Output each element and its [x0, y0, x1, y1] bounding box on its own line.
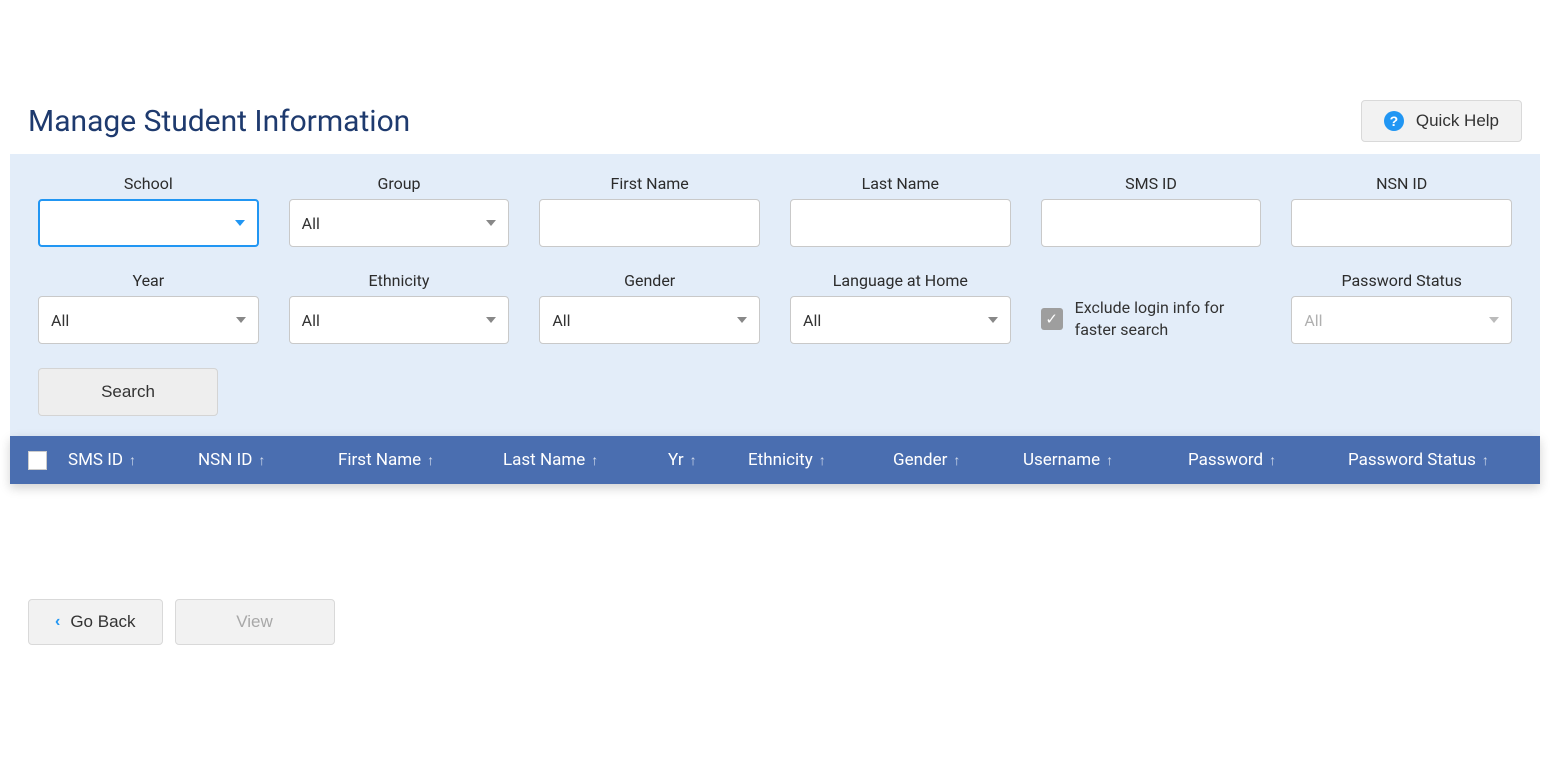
go-back-button[interactable]: ‹ Go Back [28, 599, 163, 645]
col-password[interactable]: Password ↑ [1188, 450, 1348, 470]
chevron-down-icon [486, 317, 496, 323]
gender-select[interactable]: All [539, 296, 760, 344]
ethnicity-value: All [302, 311, 320, 330]
nsn-id-input[interactable] [1291, 199, 1512, 247]
view-button[interactable]: View [175, 599, 335, 645]
sms-id-input[interactable] [1041, 199, 1262, 247]
col-username[interactable]: Username ↑ [1023, 450, 1188, 470]
col-password-status[interactable]: Password Status ↑ [1348, 450, 1522, 470]
last-name-input[interactable] [790, 199, 1011, 247]
sort-arrow-icon: ↑ [953, 452, 960, 469]
chevron-down-icon [737, 317, 747, 323]
sort-arrow-icon: ↑ [427, 452, 434, 469]
sms-id-label: SMS ID [1125, 174, 1177, 193]
page-title: Manage Student Information [28, 104, 410, 139]
quick-help-button[interactable]: ? Quick Help [1361, 100, 1522, 142]
year-label: Year [132, 271, 164, 290]
sort-arrow-icon: ↑ [258, 452, 265, 469]
exclude-login-checkbox[interactable]: ✓ [1041, 308, 1063, 330]
col-first-name[interactable]: First Name ↑ [338, 450, 503, 470]
sort-arrow-icon: ↑ [1106, 452, 1113, 469]
gender-label: Gender [624, 271, 675, 290]
sort-arrow-icon: ↑ [591, 452, 598, 469]
ethnicity-label: Ethnicity [369, 271, 430, 290]
ethnicity-select[interactable]: All [289, 296, 510, 344]
quick-help-label: Quick Help [1416, 111, 1499, 131]
sort-arrow-icon: ↑ [690, 452, 697, 469]
select-all-checkbox[interactable] [28, 451, 47, 470]
language-select[interactable]: All [790, 296, 1011, 344]
col-yr[interactable]: Yr ↑ [668, 450, 748, 470]
language-value: All [803, 311, 821, 330]
chevron-down-icon [1489, 317, 1499, 323]
search-button[interactable]: Search [38, 368, 218, 416]
view-label: View [236, 612, 273, 632]
col-ethnicity[interactable]: Ethnicity ↑ [748, 450, 893, 470]
password-status-select[interactable]: All [1291, 296, 1512, 344]
chevron-down-icon [236, 317, 246, 323]
year-value: All [51, 311, 69, 330]
nsn-id-label: NSN ID [1376, 174, 1427, 193]
password-status-value: All [1304, 311, 1322, 330]
first-name-input[interactable] [539, 199, 760, 247]
gender-value: All [552, 311, 570, 330]
help-icon: ? [1384, 111, 1404, 131]
group-label: Group [377, 174, 420, 193]
exclude-login-label: Exclude login info for faster search [1075, 297, 1262, 340]
sort-arrow-icon: ↑ [129, 452, 136, 469]
col-sms-id[interactable]: SMS ID ↑ [68, 450, 198, 470]
password-status-label: Password Status [1341, 271, 1461, 290]
chevron-down-icon [988, 317, 998, 323]
school-label: School [124, 174, 173, 193]
group-value: All [302, 214, 320, 233]
year-select[interactable]: All [38, 296, 259, 344]
col-gender[interactable]: Gender ↑ [893, 450, 1023, 470]
chevron-down-icon [486, 220, 496, 226]
go-back-label: Go Back [70, 612, 135, 632]
col-last-name[interactable]: Last Name ↑ [503, 450, 668, 470]
filter-panel: School Group All First Name Last Name [10, 154, 1540, 436]
group-select[interactable]: All [289, 199, 510, 247]
chevron-down-icon [235, 220, 245, 226]
sort-arrow-icon: ↑ [1482, 452, 1489, 469]
sort-arrow-icon: ↑ [1269, 452, 1276, 469]
col-nsn-id[interactable]: NSN ID ↑ [198, 450, 338, 470]
sort-arrow-icon: ↑ [819, 452, 826, 469]
first-name-label: First Name [611, 174, 689, 193]
last-name-label: Last Name [862, 174, 939, 193]
chevron-left-icon: ‹ [55, 613, 60, 631]
school-select[interactable] [38, 199, 259, 247]
language-label: Language at Home [833, 271, 968, 290]
table-header: SMS ID ↑ NSN ID ↑ First Name ↑ Last Name… [10, 436, 1540, 484]
